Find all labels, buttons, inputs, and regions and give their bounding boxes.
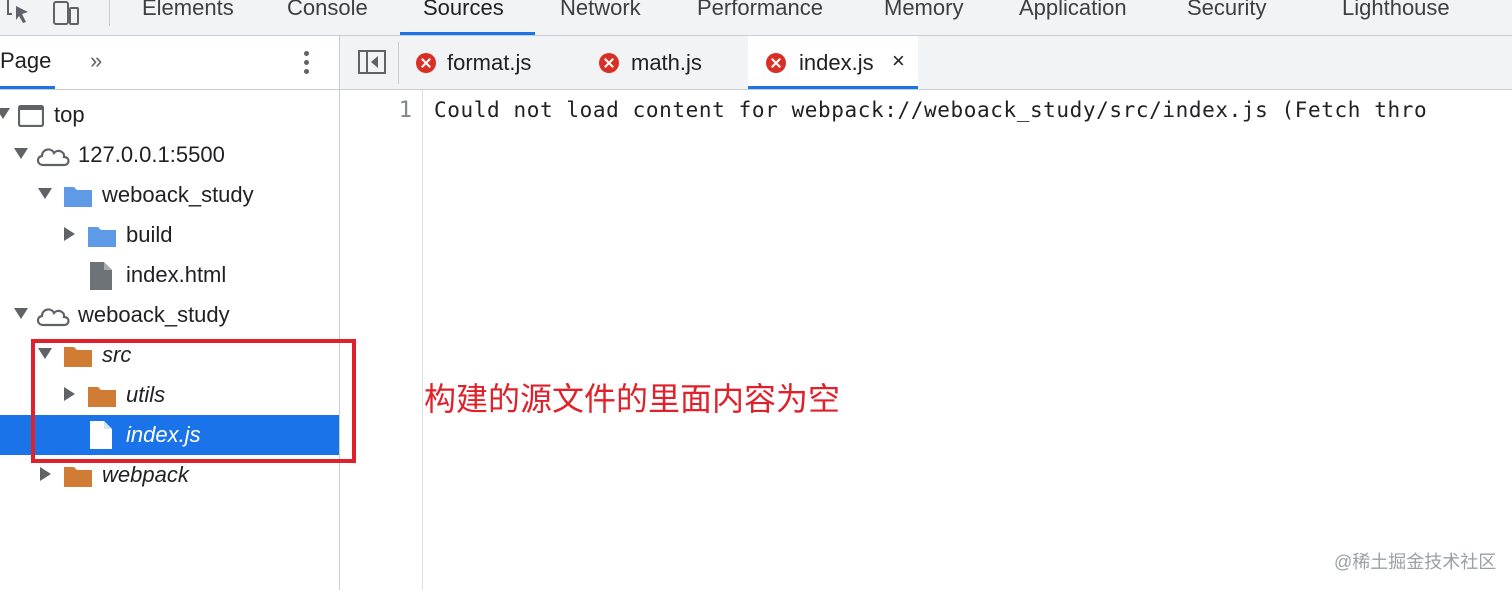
tree-item-origin[interactable]: weboack_study	[0, 295, 339, 335]
tab-application[interactable]: Application	[1019, 0, 1127, 21]
expand-arrow-icon[interactable]	[14, 308, 28, 319]
devtools-tab-bar: Elements Console Sources Network Perform…	[0, 0, 1512, 36]
tab-page[interactable]: Page	[0, 48, 51, 74]
tab-console[interactable]: Console	[287, 0, 368, 21]
inspect-element-icon[interactable]	[6, 0, 32, 26]
folder-icon	[64, 187, 92, 207]
code-line: Could not load content for webpack://web…	[434, 98, 1428, 122]
toolbar-divider	[109, 0, 110, 26]
tree-item-origin[interactable]: 127.0.0.1:5500	[0, 135, 339, 175]
file-icon	[90, 262, 112, 290]
line-number: 1	[398, 98, 412, 123]
tree-item-label: build	[126, 222, 173, 247]
highlight-box	[31, 339, 356, 463]
error-icon	[599, 53, 619, 73]
tab-performance[interactable]: Performance	[697, 0, 823, 21]
more-tabs-button[interactable]: »	[90, 48, 102, 74]
editor-tab-label: format.js	[447, 50, 532, 75]
expand-arrow-icon[interactable]	[38, 188, 52, 199]
editor-tab-math-js[interactable]: math.js	[590, 36, 730, 89]
tree-item-folder[interactable]: build	[0, 215, 339, 255]
sources-navigator: Page » top 127.0.0.1:5500 weboack_study	[0, 36, 340, 590]
watermark: @稀土掘金技术社区	[1334, 552, 1497, 572]
error-icon	[766, 53, 786, 73]
cloud-icon	[36, 308, 70, 327]
tree-item-label: top	[54, 102, 85, 127]
tab-elements[interactable]: Elements	[142, 0, 234, 21]
navigator-header: Page »	[0, 36, 339, 90]
tree-item-label: 127.0.0.1:5500	[78, 142, 225, 167]
tree-item-label: weboack_study	[102, 182, 254, 207]
tab-network[interactable]: Network	[560, 0, 641, 21]
tree-item-folder[interactable]: weboack_study	[0, 175, 339, 215]
tree-item-label: webpack	[102, 462, 189, 487]
folder-icon	[88, 227, 116, 247]
editor-tab-label: index.js	[799, 50, 874, 75]
active-tab-indicator	[400, 32, 535, 35]
tree-item-file[interactable]: index.html	[0, 255, 339, 295]
tab-memory[interactable]: Memory	[884, 0, 963, 21]
tree-item-label: weboack_study	[78, 302, 230, 327]
error-icon	[416, 53, 436, 73]
folder-icon	[64, 467, 92, 487]
tree-item-top[interactable]: top	[0, 95, 339, 135]
active-editor-tab-indicator	[748, 86, 918, 89]
expand-arrow-icon[interactable]	[14, 148, 28, 159]
page-tab-indicator	[0, 86, 55, 89]
annotation-text: 构建的源文件的里面内容为空	[424, 381, 841, 417]
expand-arrow-icon[interactable]	[0, 108, 10, 119]
editor-tab-format-js[interactable]: format.js	[410, 36, 570, 89]
tab-sources[interactable]: Sources	[423, 0, 504, 21]
toggle-navigator-icon[interactable]	[358, 50, 386, 74]
toolbar-divider	[398, 42, 399, 84]
editor-tab-index-js[interactable]: index.js ×	[748, 36, 918, 89]
code-editor[interactable]: 1 Could not load content for webpack://w…	[340, 90, 1512, 590]
kebab-menu-icon[interactable]	[296, 48, 316, 78]
editor-tab-label: math.js	[631, 50, 702, 75]
tree-item-label: index.html	[126, 262, 227, 287]
close-tab-icon[interactable]: ×	[892, 48, 905, 74]
tab-security[interactable]: Security	[1187, 0, 1266, 21]
collapse-arrow-icon[interactable]	[40, 467, 51, 481]
frame-icon	[18, 105, 44, 127]
editor-tab-bar: format.js math.js index.js ×	[340, 36, 1512, 90]
cloud-icon	[36, 148, 70, 167]
collapse-arrow-icon[interactable]	[64, 227, 75, 241]
tab-lighthouse[interactable]: Lighthouse	[1342, 0, 1450, 21]
device-toolbar-icon[interactable]	[52, 0, 80, 26]
